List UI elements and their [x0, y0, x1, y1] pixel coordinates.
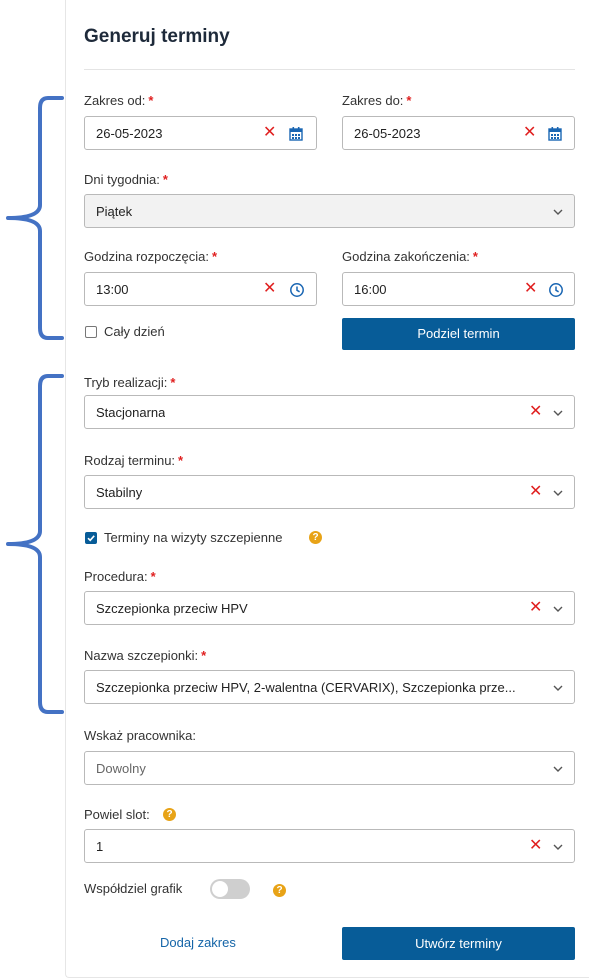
clock-icon[interactable]: [289, 282, 305, 298]
end-time-label: Godzina zakończenia: *: [342, 249, 478, 264]
weekday-value: Piątek: [96, 204, 133, 219]
calendar-icon[interactable]: [288, 126, 304, 142]
chevron-down-icon: [553, 685, 563, 691]
start-time-value: 13:00: [96, 282, 129, 297]
page: Generuj terminy Zakres od: * 26-05-2023 ✕…: [0, 0, 589, 978]
start-time-label: Godzina rozpoczęcia: *: [84, 249, 218, 264]
procedure-value: Szczepionka przeciw HPV: [96, 601, 248, 616]
chevron-down-icon: [553, 844, 563, 850]
vaccine-name-value: Szczepionka przeciw HPV, 2-walentna (CER…: [96, 680, 516, 695]
vaccine-name-label: Nazwa szczepionki: *: [84, 648, 207, 663]
annotation-brace-bottom: [6, 374, 64, 714]
check-icon: [87, 535, 95, 542]
vaccination-checkbox[interactable]: [85, 532, 97, 544]
date-to-value: 26-05-2023: [354, 126, 421, 141]
weekday-label: Dni tygodnia: *: [84, 172, 168, 187]
chevron-down-icon: [553, 766, 563, 772]
clear-icon[interactable]: ✕: [529, 837, 542, 855]
mode-select[interactable]: Stacjonarna ✕: [84, 395, 575, 429]
slot-type-label: Rodzaj terminu: *: [84, 453, 184, 468]
date-from-value: 26-05-2023: [96, 126, 163, 141]
clear-icon[interactable]: ✕: [529, 403, 542, 421]
date-from-field[interactable]: 26-05-2023 ✕: [84, 116, 317, 150]
help-icon[interactable]: ?: [273, 884, 286, 897]
help-icon[interactable]: ?: [309, 531, 322, 544]
end-time-value: 16:00: [354, 282, 387, 297]
employee-select[interactable]: Dowolny: [84, 751, 575, 785]
split-slot-button[interactable]: Podziel termin: [342, 318, 575, 350]
title-divider: [84, 69, 575, 70]
calendar-icon[interactable]: [547, 126, 563, 142]
share-schedule-toggle[interactable]: [210, 879, 250, 899]
create-slots-button[interactable]: Utwórz terminy: [342, 927, 575, 960]
clear-icon[interactable]: ✕: [523, 124, 536, 142]
clear-icon[interactable]: ✕: [263, 280, 276, 298]
weekday-select[interactable]: Piątek: [84, 194, 575, 228]
annotation-brace-top: [6, 96, 64, 340]
vaccine-name-select[interactable]: Szczepionka przeciw HPV, 2-walentna (CER…: [84, 670, 575, 704]
clear-icon[interactable]: ✕: [263, 124, 276, 142]
chevron-down-icon: [553, 606, 563, 612]
chevron-down-icon: [553, 209, 563, 215]
vaccination-label: Terminy na wizyty szczepienne: [104, 530, 283, 545]
clear-icon[interactable]: ✕: [529, 483, 542, 501]
all-day-label: Cały dzień: [104, 324, 165, 339]
employee-label: Wskaż pracownika:: [84, 728, 196, 743]
duplicate-slot-label: Powiel slot:: [84, 807, 150, 822]
clear-icon[interactable]: ✕: [529, 599, 542, 617]
slot-type-value: Stabilny: [96, 485, 143, 500]
toggle-knob: [212, 881, 228, 897]
panel-title: Generuj terminy: [84, 26, 230, 47]
mode-label: Tryb realizacji: *: [84, 375, 176, 390]
slot-type-select[interactable]: Stabilny ✕: [84, 475, 575, 509]
date-to-field[interactable]: 26-05-2023 ✕: [342, 116, 575, 150]
chevron-down-icon: [553, 490, 563, 496]
all-day-checkbox[interactable]: [85, 326, 97, 338]
procedure-select[interactable]: Szczepionka przeciw HPV ✕: [84, 591, 575, 625]
chevron-down-icon: [553, 410, 563, 416]
add-range-link[interactable]: Dodaj zakres: [160, 935, 236, 950]
date-to-label: Zakres do: *: [342, 93, 412, 108]
date-from-label: Zakres od: *: [84, 93, 154, 108]
employee-value: Dowolny: [96, 761, 146, 776]
mode-value: Stacjonarna: [96, 405, 166, 420]
end-time-field[interactable]: 16:00 ✕: [342, 272, 575, 306]
procedure-label: Procedura: *: [84, 569, 156, 584]
share-schedule-label: Współdziel grafik: [84, 881, 183, 896]
duplicate-slot-select[interactable]: 1 ✕: [84, 829, 575, 863]
start-time-field[interactable]: 13:00 ✕: [84, 272, 317, 306]
duplicate-slot-value: 1: [96, 839, 104, 854]
clear-icon[interactable]: ✕: [524, 280, 537, 298]
help-icon[interactable]: ?: [163, 808, 176, 821]
clock-icon[interactable]: [548, 282, 564, 298]
